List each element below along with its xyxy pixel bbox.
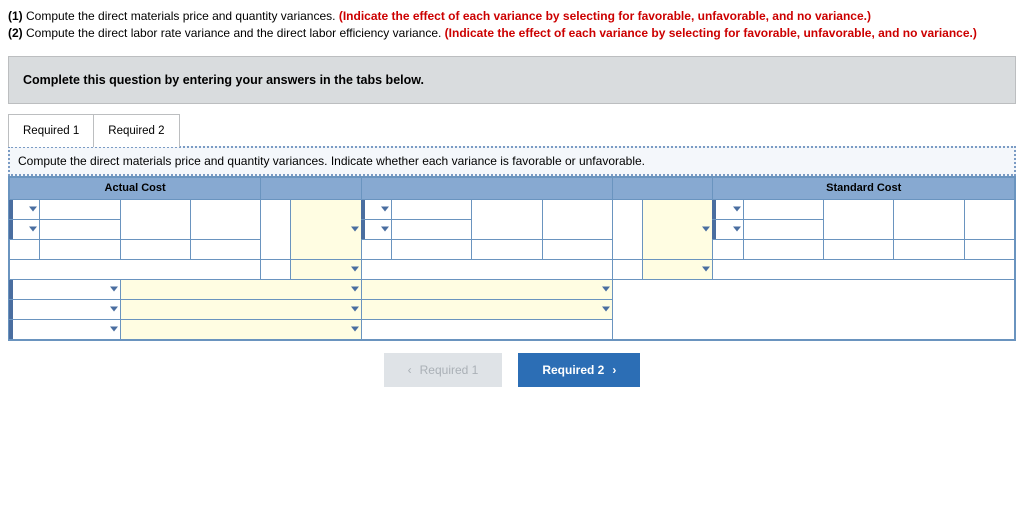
row2-sc-rate[interactable] [743, 219, 823, 239]
answer-grid: Actual Cost Standard Cost [8, 176, 1016, 341]
row3-ac-b [40, 239, 120, 259]
row1-sc-ext [894, 199, 964, 239]
row2-mid-rate-handle[interactable] [361, 219, 391, 239]
row4-ac-total [10, 259, 261, 279]
row1-ac-blank [120, 199, 190, 239]
chevron-right-icon: › [612, 363, 616, 377]
row1-mid-qty-handle[interactable] [361, 199, 391, 219]
q2-text: Compute the direct labor rate variance a… [26, 26, 445, 40]
row5-label1[interactable] [10, 279, 121, 299]
q2-red: (Indicate the effect of each variance by… [445, 26, 977, 40]
chevron-left-icon: ‹ [408, 363, 412, 377]
row7-blank [361, 319, 612, 339]
row1-sc-qty[interactable] [743, 199, 823, 219]
row6-label1[interactable] [10, 299, 121, 319]
row1-sc-blank [823, 199, 893, 239]
header-standard-cost: Standard Cost [713, 177, 1015, 199]
row2-sc-rate-handle[interactable] [713, 219, 743, 239]
row2-ac-rate-handle[interactable] [10, 219, 40, 239]
header-actual-cost: Actual Cost [10, 177, 261, 199]
row1-drop2[interactable] [643, 199, 713, 259]
row3-sc-d [894, 239, 964, 259]
instructions-block: (1) Compute the direct materials price a… [8, 8, 1016, 42]
row4-mid-total [361, 259, 612, 279]
row1-sc-pad [964, 199, 1014, 239]
row3-ac-c[interactable] [120, 239, 190, 259]
sub-prompt: Compute the direct materials price and q… [8, 146, 1016, 176]
row3-sc-e [964, 239, 1014, 259]
tab-row: Required 1 Required 2 [8, 114, 1016, 147]
row1-ac-ext [190, 199, 260, 239]
instruction-banner: Complete this question by entering your … [8, 56, 1016, 104]
row3-sc-c [823, 239, 893, 259]
row3-mid-c [472, 239, 542, 259]
row1-mid-qty[interactable] [391, 199, 471, 219]
row3-mid-a [361, 239, 391, 259]
next-label: Required 2 [542, 363, 604, 377]
header-blank-1 [261, 177, 361, 199]
header-blank-3 [612, 177, 712, 199]
row2-mid-rate[interactable] [391, 219, 471, 239]
row1-ac-qty-handle[interactable] [10, 199, 40, 219]
row5-blank-right [612, 279, 1014, 339]
tab-required-1[interactable]: Required 1 [8, 114, 94, 147]
row4-drop1[interactable] [291, 259, 361, 279]
row4-gap1a [261, 259, 291, 279]
row1-mid-ext [542, 199, 612, 239]
q2-number: (2) [8, 26, 26, 40]
q1-number: (1) [8, 9, 26, 23]
prev-label: Required 1 [420, 363, 479, 377]
row3-sc-a [713, 239, 743, 259]
next-button[interactable]: Required 2 › [518, 353, 640, 387]
row3-mid-b [391, 239, 471, 259]
row6-type1[interactable] [361, 299, 612, 319]
row1-gap2 [612, 199, 642, 259]
row5-type1[interactable] [361, 279, 612, 299]
row5-amt1[interactable] [120, 279, 361, 299]
row7-amt1[interactable] [120, 319, 361, 339]
nav-buttons: ‹ Required 1 Required 2 › [8, 353, 1016, 387]
row6-amt1[interactable] [120, 299, 361, 319]
row3-sc-b [743, 239, 823, 259]
row7-label1[interactable] [10, 319, 121, 339]
row3-ac-a [10, 239, 40, 259]
prev-button[interactable]: ‹ Required 1 [384, 353, 503, 387]
row1-gap1 [261, 199, 291, 259]
row1-drop1[interactable] [291, 199, 361, 259]
row1-ac-qty[interactable] [40, 199, 120, 219]
row4-drop2[interactable] [643, 259, 713, 279]
row1-sc-qty-handle[interactable] [713, 199, 743, 219]
row4-gap2a [612, 259, 642, 279]
row1-mid-blank [472, 199, 542, 239]
row3-mid-d [542, 239, 612, 259]
q1-red: (Indicate the effect of each variance by… [339, 9, 871, 23]
row3-ac-d [190, 239, 260, 259]
tab-required-2[interactable]: Required 2 [93, 114, 179, 147]
q1-text: Compute the direct materials price and q… [26, 9, 339, 23]
row4-sc-total [713, 259, 1015, 279]
header-blank-2 [361, 177, 612, 199]
row2-ac-rate[interactable] [40, 219, 120, 239]
